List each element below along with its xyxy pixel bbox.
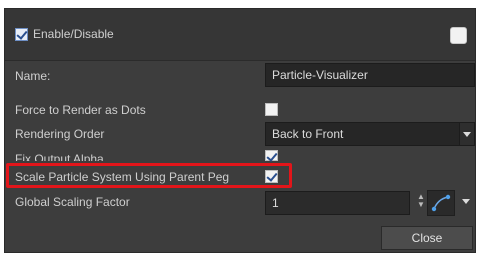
name-field[interactable]: Particle-Visualizer: [265, 63, 475, 87]
scale-parent-peg-checkbox[interactable]: [265, 170, 278, 183]
global-scaling-field[interactable]: 1: [265, 191, 410, 215]
bezier-curve-icon: [431, 194, 451, 212]
header-bar: Enable/Disable: [5, 9, 475, 61]
chevron-down-icon-2[interactable]: [459, 190, 475, 214]
bezier-curve-icon[interactable]: [427, 190, 455, 216]
layer-properties-panel: Enable/Disable Name: Particle-Visualizer…: [4, 8, 476, 253]
enable-toggle-square[interactable]: [450, 27, 467, 44]
enable-label: Enable/Disable: [33, 27, 114, 41]
rendering-order-select[interactable]: Back to Front: [265, 122, 460, 146]
rendering-order-label: Rendering Order: [15, 127, 105, 141]
fix-alpha-checkbox[interactable]: [265, 150, 278, 161]
force-dots-checkbox[interactable]: [265, 103, 278, 116]
scale-parent-peg-label: Scale Particle System Using Parent Peg: [15, 170, 230, 184]
enable-checkbox[interactable]: [15, 28, 28, 41]
global-scaling-label: Global Scaling Factor: [15, 195, 130, 209]
close-button[interactable]: Close: [381, 226, 473, 250]
force-dots-label: Force to Render as Dots: [15, 103, 146, 117]
name-label: Name:: [15, 69, 51, 83]
spinner-arrows-icon[interactable]: ▲ ▼: [417, 193, 425, 209]
chevron-down-icon[interactable]: [459, 122, 475, 146]
fix-alpha-label: Fix Output Alpha: [15, 152, 104, 161]
